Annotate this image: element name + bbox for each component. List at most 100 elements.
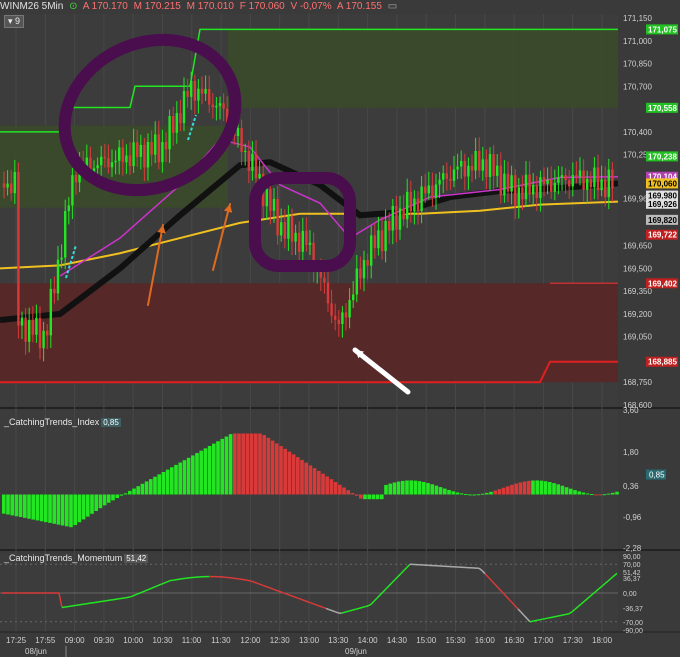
- candle-body: [341, 312, 344, 324]
- candle-body: [305, 230, 308, 245]
- index-bar: [182, 460, 187, 495]
- candle-body: [240, 127, 243, 152]
- candle-body: [280, 222, 283, 236]
- momentum-value-badge: 51,42: [124, 554, 149, 563]
- layers-dropdown[interactable]: ▾ 9: [4, 15, 25, 28]
- candle-body: [438, 179, 441, 185]
- y-tick-label: 169,500: [623, 264, 652, 273]
- candle-body: [344, 312, 348, 318]
- index-bar: [501, 487, 506, 495]
- index-bar: [195, 453, 199, 495]
- settings-icon[interactable]: ▭: [388, 1, 397, 12]
- index-bar: [35, 494, 40, 521]
- index-bar: [556, 484, 560, 495]
- index-bar: [245, 433, 250, 495]
- index-bar: [577, 491, 581, 495]
- candle-body: [265, 188, 268, 207]
- index-bar: [317, 470, 321, 495]
- index-bar: [514, 483, 518, 495]
- index-bar: [443, 488, 447, 495]
- momentum-line: [550, 616, 555, 619]
- candle-body: [276, 198, 279, 236]
- candle-body: [301, 230, 304, 252]
- index-bar: [86, 494, 90, 517]
- index-bar: [216, 441, 220, 495]
- candle-body: [46, 330, 49, 336]
- candle-body: [110, 162, 114, 168]
- candle-body: [449, 178, 452, 181]
- index-bar: [543, 481, 548, 495]
- candle-body: [154, 134, 157, 155]
- index-bar: [23, 494, 27, 518]
- index-bar: [522, 481, 527, 495]
- index-bar: [207, 445, 212, 495]
- candle-body: [456, 166, 459, 170]
- index-bar: [111, 494, 115, 501]
- index-bar: [300, 459, 304, 495]
- high-value: M 170.215: [133, 1, 181, 12]
- index-bar: [174, 464, 178, 495]
- candle-body: [6, 183, 9, 188]
- index-bar: [283, 448, 287, 495]
- candle-body: [136, 142, 139, 157]
- index-bar: [212, 443, 216, 495]
- candle-body: [506, 173, 510, 192]
- index-bar: [354, 494, 359, 496]
- index-bar: [27, 494, 31, 519]
- index-y-tick: -2,28: [623, 544, 642, 553]
- index-bar: [585, 493, 590, 495]
- index-y-tick: 1,80: [623, 448, 639, 457]
- candle-body: [222, 103, 225, 109]
- momentum-line: [340, 611, 345, 615]
- candle-body: [168, 116, 171, 150]
- candle-body: [330, 303, 333, 316]
- price-badge-label: 170,238: [648, 152, 677, 161]
- toggle-icon[interactable]: ⊙: [69, 1, 77, 12]
- index-bar: [94, 494, 98, 511]
- candle-body: [236, 127, 240, 137]
- index-bar: [107, 494, 111, 503]
- index-bar: [497, 489, 502, 495]
- price-badge-label: 168,885: [648, 358, 677, 367]
- candle-body: [550, 179, 553, 192]
- open-value: A 170.170: [82, 1, 128, 12]
- candle-body: [283, 222, 286, 239]
- candle-body: [589, 178, 592, 188]
- momentum-line: [556, 614, 561, 617]
- candle-body: [190, 80, 193, 97]
- candle-body: [308, 242, 312, 245]
- index-panel-label: _CatchingTrends_Index 0,85: [4, 417, 121, 427]
- index-bar: [552, 483, 556, 495]
- momentum-line: [313, 603, 318, 606]
- momentum-label-text: _CatchingTrends_Momentum: [4, 553, 123, 563]
- candle-body: [53, 288, 56, 294]
- index-bar: [119, 494, 124, 496]
- candle-body: [251, 153, 254, 171]
- index-bar: [602, 494, 607, 496]
- candle-body: [74, 175, 78, 183]
- index-bar: [506, 486, 510, 495]
- index-bar: [241, 433, 245, 495]
- candle-body: [175, 113, 178, 133]
- index-bar: [560, 485, 565, 495]
- candle-body: [467, 165, 470, 177]
- candle-body: [460, 160, 463, 167]
- momentum-y-tick: -90,00: [623, 628, 643, 635]
- index-bar: [308, 465, 313, 495]
- momentum-line: [319, 605, 324, 609]
- candle-body: [503, 173, 506, 196]
- index-bar: [287, 451, 292, 495]
- index-bar: [367, 494, 371, 500]
- index-bar: [329, 479, 334, 495]
- index-bar: [60, 494, 65, 526]
- candle-body: [132, 142, 135, 167]
- x-tick-label: 10:30: [153, 636, 174, 645]
- momentum-line: [253, 581, 258, 584]
- trading-chart[interactable]: 171,150 171,000 170,850 170,700 170,400 170,2…: [0, 0, 680, 657]
- index-bar: [237, 433, 241, 495]
- candle-body: [2, 183, 6, 188]
- y-tick-label: 169,200: [623, 310, 652, 319]
- index-bar: [98, 494, 103, 509]
- momentum-line: [277, 590, 282, 593]
- x-tick-label: 14:30: [387, 636, 408, 645]
